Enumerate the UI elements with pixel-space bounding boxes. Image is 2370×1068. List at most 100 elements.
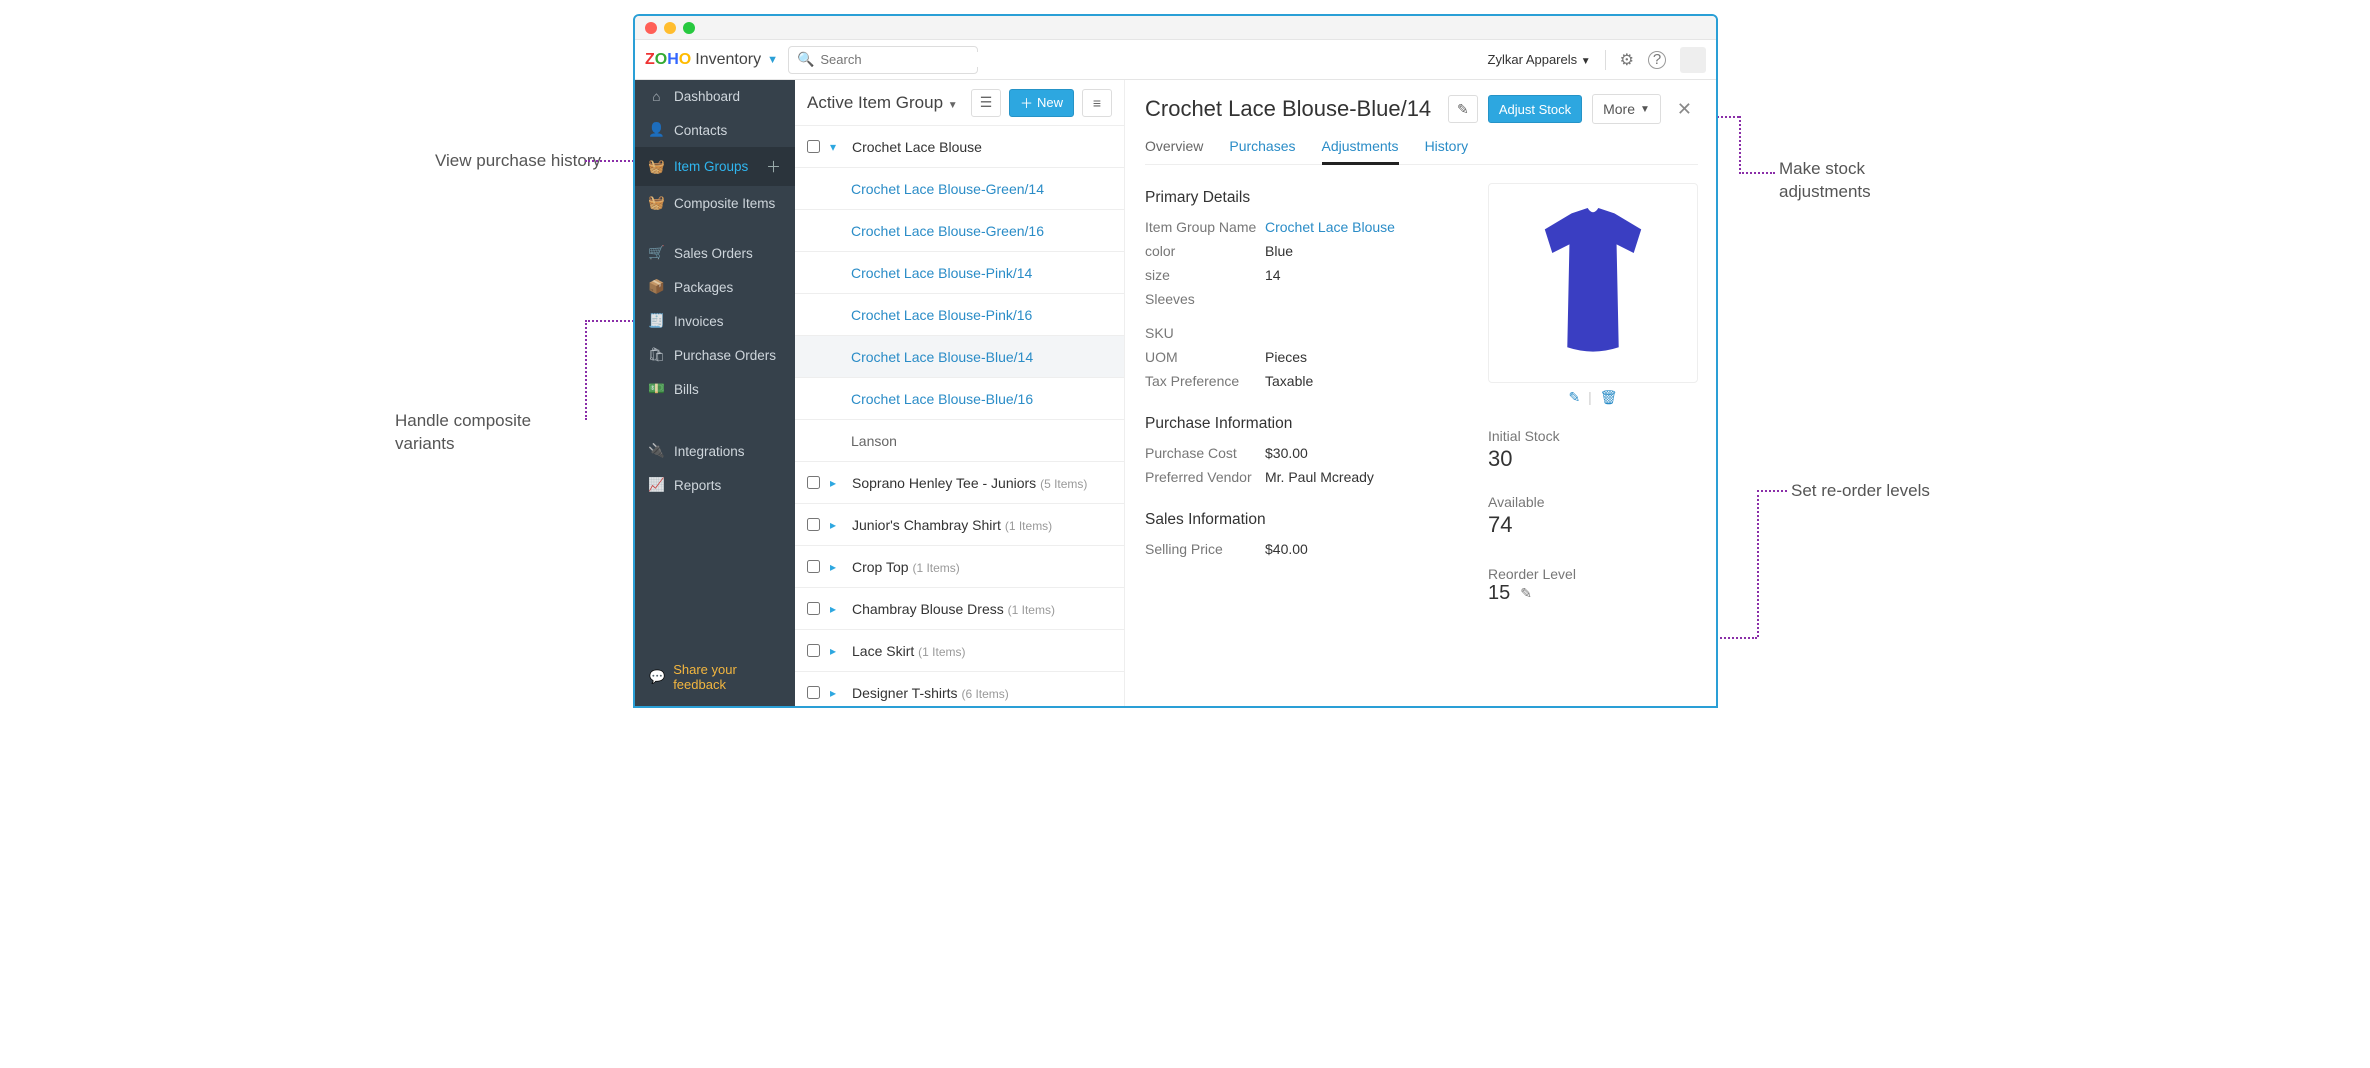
item-group-row[interactable]: ▸ Lace Skirt (1 Items) <box>795 630 1124 672</box>
sidebar-item-sales-orders[interactable]: 🛒Sales Orders <box>635 236 795 270</box>
variant-row[interactable]: Crochet Lace Blouse-Green/14 <box>795 168 1124 210</box>
sidebar-item-dashboard[interactable]: ⌂Dashboard <box>635 80 795 113</box>
initial-stock-value: 30 <box>1488 446 1698 472</box>
brand[interactable]: ZOHO Inventory ▼ <box>645 51 778 69</box>
window-min-dot[interactable] <box>664 22 676 34</box>
more-menu-button[interactable]: More▼ <box>1592 94 1661 124</box>
list-view-button[interactable]: ≡ <box>1082 89 1112 117</box>
close-icon: ✕ <box>1677 99 1692 119</box>
row-checkbox[interactable] <box>807 602 820 615</box>
row-checkbox[interactable] <box>807 686 820 699</box>
help-icon[interactable]: ? <box>1648 51 1666 69</box>
tab-history[interactable]: History <box>1425 130 1469 164</box>
item-group-row[interactable]: ▸ Chambray Blouse Dress (1 Items) <box>795 588 1124 630</box>
sidebar-item-invoices[interactable]: 🧾Invoices <box>635 304 795 338</box>
reorder-level-label: Reorder Level <box>1488 566 1576 582</box>
org-switcher[interactable]: Zylkar Apparels ▼ <box>1488 52 1591 67</box>
chevron-right-icon[interactable]: ▸ <box>830 686 842 700</box>
item-detail-panel: Crochet Lace Blouse-Blue/14 ✎ Adjust Sto… <box>1125 80 1716 706</box>
sales-info-heading: Sales Information <box>1145 511 1460 529</box>
variant-row[interactable]: Crochet Lace Blouse-Green/16 <box>795 210 1124 252</box>
user-icon: 👤 <box>649 122 664 138</box>
close-button[interactable]: ✕ <box>1671 95 1698 124</box>
edit-item-button[interactable]: ✎ <box>1448 95 1478 123</box>
sidebar-item-reports[interactable]: 📈Reports <box>635 468 795 502</box>
annotation-composite-variants: Handle composite variants <box>395 410 585 456</box>
sidebar-item-item-groups[interactable]: 🧺Item Groups＋ <box>635 147 795 186</box>
annotation-purchase-history: View purchase history <box>435 150 605 173</box>
row-checkbox[interactable] <box>807 140 820 153</box>
chevron-right-icon[interactable]: ▸ <box>830 560 842 574</box>
bag-icon: 🛍 <box>649 347 664 363</box>
tree-icon: ☰ <box>980 94 993 111</box>
edit-image-button[interactable]: ✎ <box>1569 389 1581 405</box>
tab-overview[interactable]: Overview <box>1145 130 1203 164</box>
sidebar-item-purchase-orders[interactable]: 🛍Purchase Orders <box>635 338 795 372</box>
delete-image-button[interactable]: 🗑 <box>1600 389 1618 405</box>
basket-icon: 🧺 <box>649 195 664 211</box>
sidebar-item-contacts[interactable]: 👤Contacts <box>635 113 795 147</box>
row-checkbox[interactable] <box>807 476 820 489</box>
avatar[interactable] <box>1680 47 1706 73</box>
feedback-link[interactable]: 💬Share your feedback <box>635 650 795 706</box>
item-group-filter[interactable]: Active Item Group ▼ <box>807 93 963 113</box>
item-group-row[interactable]: ▸ Designer T-shirts (6 Items) <box>795 672 1124 706</box>
variant-row[interactable]: Crochet Lace Blouse-Pink/14 <box>795 252 1124 294</box>
item-group-link[interactable]: Crochet Lace Blouse <box>1265 219 1395 235</box>
item-group-row[interactable]: ▸ Crop Top (1 Items) <box>795 546 1124 588</box>
sidebar-item-packages[interactable]: 📦Packages <box>635 270 795 304</box>
chat-icon: 💬 <box>649 669 665 685</box>
item-group-row[interactable]: ▸ Junior's Chambray Shirt (1 Items) <box>795 504 1124 546</box>
variant-row[interactable]: Crochet Lace Blouse-Pink/16 <box>795 294 1124 336</box>
item-group-list[interactable]: ▾ Crochet Lace Blouse Crochet Lace Blous… <box>795 126 1124 706</box>
new-item-group-button[interactable]: ＋New <box>1009 89 1074 117</box>
home-icon: ⌂ <box>649 89 664 104</box>
initial-stock-label: Initial Stock <box>1488 428 1698 444</box>
variant-row[interactable]: Crochet Lace Blouse-Blue/16 <box>795 378 1124 420</box>
window-titlebar <box>635 16 1716 40</box>
row-checkbox[interactable] <box>807 644 820 657</box>
variant-row[interactable]: Lanson <box>795 420 1124 462</box>
available-stock-value: 74 <box>1488 512 1698 538</box>
doc-icon: 🧾 <box>649 313 664 329</box>
window-max-dot[interactable] <box>683 22 695 34</box>
box-icon: 📦 <box>649 279 664 295</box>
chevron-right-icon[interactable]: ▸ <box>830 518 842 532</box>
row-checkbox[interactable] <box>807 518 820 531</box>
search-box[interactable]: 🔍 <box>788 46 978 74</box>
sidebar-item-bills[interactable]: 💵Bills <box>635 372 795 406</box>
basket-icon: 🧺 <box>649 159 664 175</box>
search-input[interactable] <box>820 52 996 67</box>
adjust-stock-button[interactable]: Adjust Stock <box>1488 95 1582 123</box>
row-checkbox[interactable] <box>807 560 820 573</box>
plus-icon: ＋ <box>1020 93 1033 112</box>
receipt-icon: 💵 <box>649 381 664 397</box>
reorder-level-value: 15 <box>1488 582 1510 605</box>
blouse-icon <box>1538 208 1648 358</box>
pencil-icon: ✎ <box>1457 101 1469 118</box>
variant-row[interactable]: Crochet Lace Blouse-Blue/14 <box>795 336 1124 378</box>
chevron-down-icon[interactable]: ▾ <box>830 140 842 154</box>
gear-icon[interactable]: ⚙ <box>1620 50 1634 70</box>
sidebar-item-composite-items[interactable]: 🧺Composite Items <box>635 186 795 220</box>
item-group-row[interactable]: ▸ Soprano Henley Tee - Juniors (5 Items) <box>795 462 1124 504</box>
primary-details-heading: Primary Details <box>1145 189 1460 207</box>
menu-icon: ≡ <box>1093 95 1101 111</box>
window-close-dot[interactable] <box>645 22 657 34</box>
sidebar: ⌂Dashboard 👤Contacts 🧺Item Groups＋ 🧺Comp… <box>635 80 795 706</box>
tab-purchases[interactable]: Purchases <box>1229 130 1295 164</box>
item-group-panel: Active Item Group ▼ ☰ ＋New ≡ ▾ Crochet L… <box>795 80 1125 706</box>
chevron-right-icon[interactable]: ▸ <box>830 644 842 658</box>
sidebar-item-integrations[interactable]: 🔌Integrations <box>635 434 795 468</box>
topbar: ZOHO Inventory ▼ 🔍 Zylkar Apparels ▼ ⚙ ? <box>635 40 1716 80</box>
plus-icon[interactable]: ＋ <box>766 156 781 177</box>
plug-icon: 🔌 <box>649 443 664 459</box>
item-title: Crochet Lace Blouse-Blue/14 <box>1145 96 1438 122</box>
chevron-right-icon[interactable]: ▸ <box>830 476 842 490</box>
search-icon: 🔍 <box>797 51 814 68</box>
tab-adjustments[interactable]: Adjustments <box>1322 130 1399 164</box>
item-group-row[interactable]: ▾ Crochet Lace Blouse <box>795 126 1124 168</box>
chevron-right-icon[interactable]: ▸ <box>830 602 842 616</box>
tree-view-button[interactable]: ☰ <box>971 89 1001 117</box>
edit-reorder-button[interactable]: ✎ <box>1520 585 1532 602</box>
